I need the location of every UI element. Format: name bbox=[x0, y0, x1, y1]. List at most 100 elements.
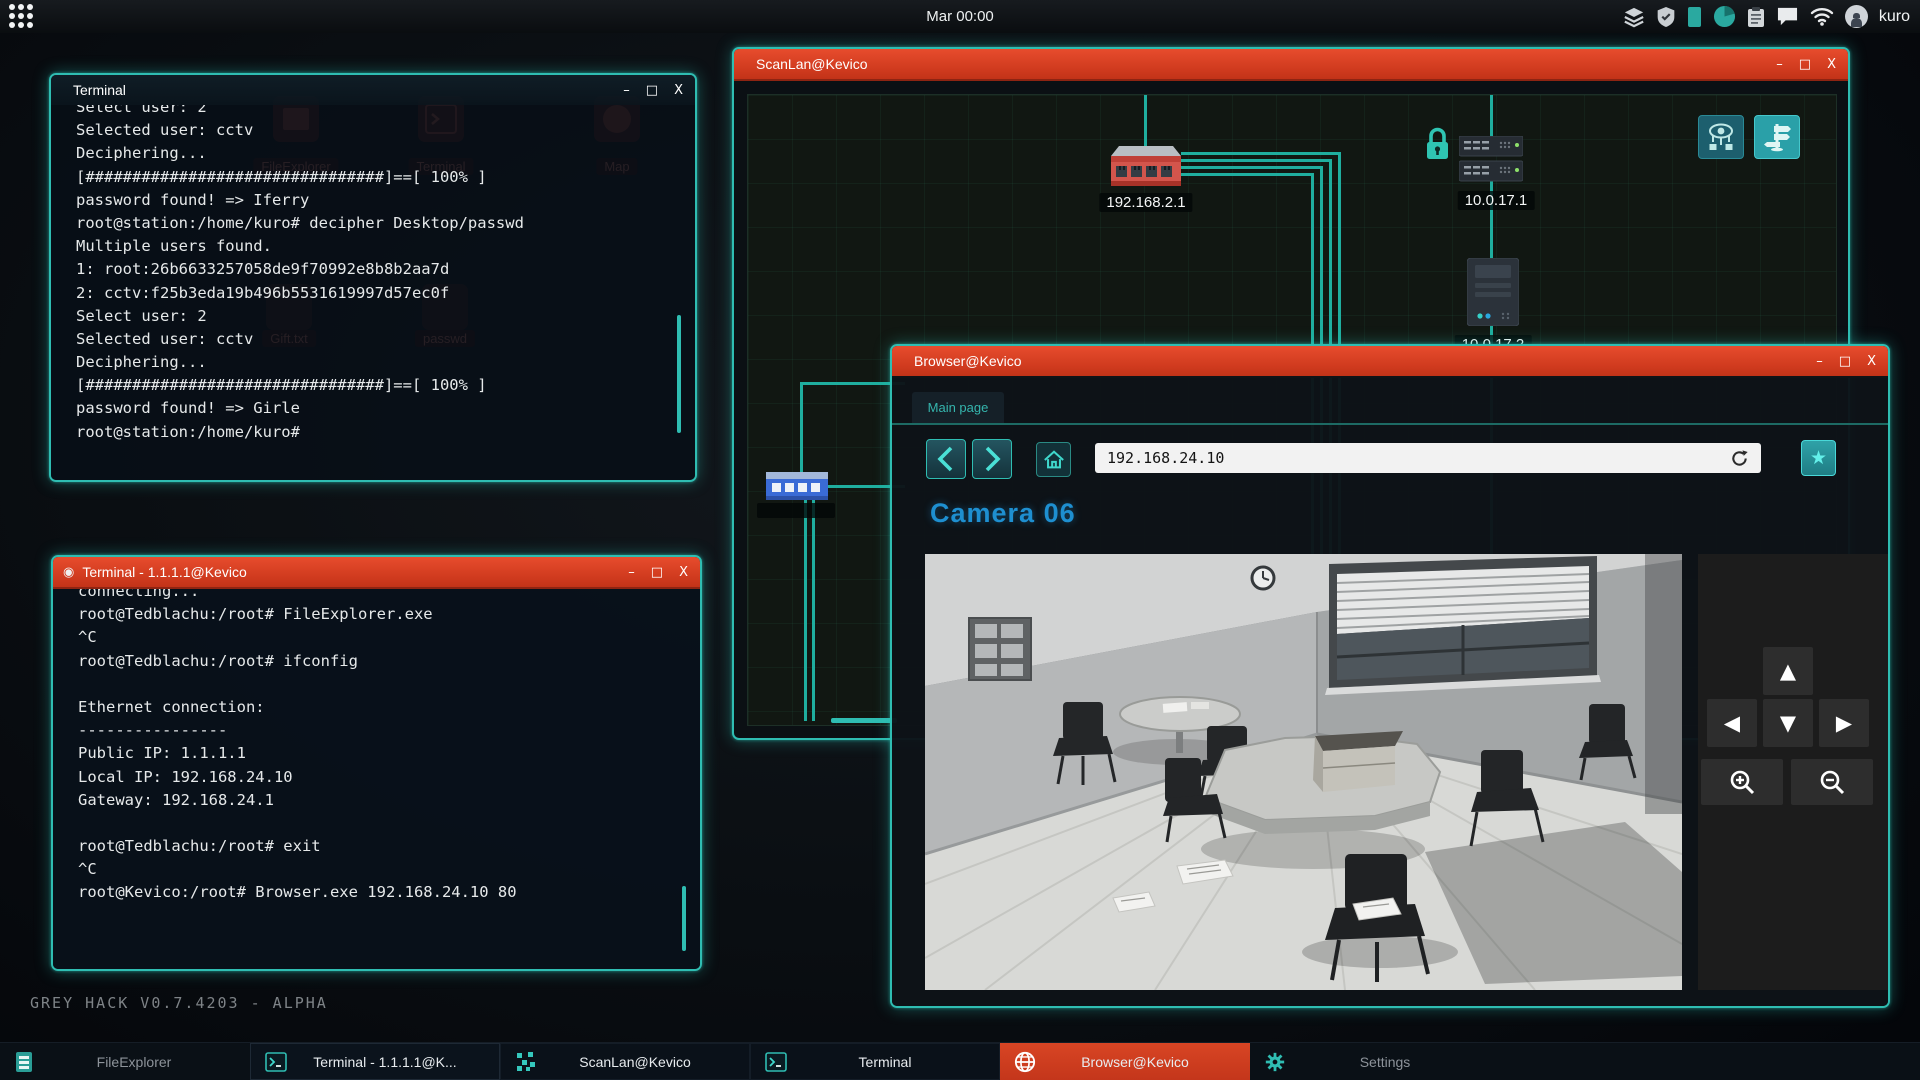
taskbar-item-label: FileExplorer bbox=[34, 1054, 234, 1070]
pan-left-button[interactable]: ◀ bbox=[1707, 699, 1757, 747]
wifi-icon[interactable] bbox=[1810, 7, 1834, 26]
terminal-titlebar[interactable]: ◉ Terminal - 1.1.1.1@Kevico – □ X bbox=[53, 557, 700, 589]
taskbar-item-browser[interactable]: Browser@Kevico bbox=[1000, 1043, 1250, 1080]
terminal-output[interactable]: Select user: 2 Selected user: cctv Decip… bbox=[51, 105, 695, 480]
browser-tab[interactable]: Main page bbox=[912, 392, 1004, 423]
switch-icon[interactable] bbox=[766, 472, 828, 500]
pie-chart-icon[interactable] bbox=[1713, 5, 1736, 28]
network-link bbox=[804, 500, 807, 721]
network-link bbox=[1144, 95, 1147, 149]
terminal-line bbox=[53, 675, 700, 698]
minimize-button[interactable]: – bbox=[1816, 355, 1823, 368]
router-icon[interactable] bbox=[1111, 146, 1181, 188]
home-button[interactable] bbox=[1036, 442, 1071, 477]
terminal-line: root@Tedblachu:/root# ifconfig bbox=[53, 652, 700, 675]
node-ip-label[interactable] bbox=[757, 503, 835, 518]
window-title: Terminal bbox=[73, 82, 126, 98]
network-link bbox=[1181, 166, 1323, 169]
apps-grid-icon[interactable] bbox=[9, 4, 35, 30]
zoom-in-icon bbox=[1728, 768, 1756, 796]
terminal-icon bbox=[265, 1052, 287, 1072]
username[interactable]: kuro bbox=[1879, 8, 1910, 26]
browser-titlebar[interactable]: Browser@Kevico – □ X bbox=[892, 346, 1888, 378]
taskbar-item-fileexplorer[interactable]: FileExplorer bbox=[0, 1043, 250, 1080]
terminal-line: ---------------- bbox=[53, 721, 700, 744]
terminal-line: Select user: 2 bbox=[51, 307, 695, 330]
tab-underline bbox=[892, 423, 1888, 425]
terminal-line: [################################]==[ 10… bbox=[51, 376, 695, 399]
close-button[interactable]: X bbox=[679, 566, 688, 579]
browser-icon bbox=[1014, 1051, 1036, 1073]
pan-right-button[interactable]: ▶ bbox=[1819, 699, 1869, 747]
rack-server-icon[interactable] bbox=[1459, 136, 1523, 182]
browser-content: Main page ★ Camera 06 bbox=[892, 376, 1888, 1006]
system-tray: kuro bbox=[1623, 0, 1910, 33]
terminal-titlebar[interactable]: Terminal – □ X bbox=[51, 75, 695, 105]
zoom-out-icon bbox=[1818, 768, 1846, 796]
terminal-line: password found! => Iferry bbox=[51, 191, 695, 214]
scrollbar[interactable] bbox=[677, 315, 681, 433]
maximize-button[interactable]: □ bbox=[651, 566, 663, 579]
reload-button[interactable] bbox=[1730, 449, 1749, 473]
maximize-button[interactable]: □ bbox=[1799, 58, 1811, 71]
terminal-line: ^C bbox=[53, 860, 700, 883]
taskbar-item-terminal-remote[interactable]: Terminal - 1.1.1.1@K... bbox=[250, 1043, 500, 1080]
down-arrow-icon: ▼ bbox=[1780, 711, 1796, 735]
terminal-line: root@station:/home/kuro# bbox=[51, 423, 695, 446]
minimize-button[interactable]: – bbox=[623, 84, 630, 97]
pan-up-button[interactable]: ▲ bbox=[1763, 647, 1813, 695]
network-link bbox=[1181, 173, 1314, 176]
forward-button[interactable] bbox=[972, 439, 1012, 479]
taskbar-item-scanlan[interactable]: ScanLan@Kevico bbox=[500, 1043, 750, 1080]
terminal-line: ^C bbox=[53, 628, 700, 651]
close-button[interactable]: X bbox=[674, 84, 683, 97]
terminal-line: Gateway: 192.168.24.1 bbox=[53, 791, 700, 814]
clipboard-icon[interactable] bbox=[1747, 6, 1765, 28]
shield-check-icon[interactable] bbox=[1656, 6, 1676, 28]
scrollbar[interactable] bbox=[682, 886, 686, 951]
node-ip-label[interactable]: 10.0.17.1 bbox=[1458, 191, 1535, 210]
taskbar-item-settings[interactable]: Settings bbox=[1250, 1043, 1500, 1080]
zoom-in-button[interactable] bbox=[1701, 759, 1783, 805]
terminal-line: root@Kevico:/root# Browser.exe 192.168.2… bbox=[53, 883, 700, 906]
chevron-left-icon bbox=[935, 445, 957, 473]
scan-devices-button[interactable] bbox=[1698, 115, 1744, 159]
file-explorer-icon bbox=[14, 1051, 34, 1073]
taskbar-item-terminal[interactable]: Terminal bbox=[750, 1043, 1000, 1080]
terminal-line: Selected user: cctv bbox=[51, 330, 695, 353]
scanlan-titlebar[interactable]: ScanLan@Kevico – □ X bbox=[734, 49, 1848, 81]
map-hscrollbar[interactable] bbox=[831, 718, 897, 723]
camera-feed bbox=[925, 554, 1682, 990]
minimize-button[interactable]: – bbox=[1776, 58, 1783, 71]
terminal-output[interactable]: connecting... root@Tedblachu:/root# File… bbox=[53, 589, 700, 969]
back-button[interactable] bbox=[926, 439, 966, 479]
terminal-line: 1: root:26b6633257058de9f70992e8b8b2aa7d bbox=[51, 260, 695, 283]
tower-server-icon[interactable] bbox=[1467, 258, 1519, 326]
bookmark-button[interactable]: ★ bbox=[1801, 440, 1836, 476]
zoom-out-button[interactable] bbox=[1791, 759, 1873, 805]
maximize-button[interactable]: □ bbox=[646, 84, 658, 97]
close-button[interactable]: X bbox=[1827, 58, 1836, 71]
page-title: Camera 06 bbox=[930, 498, 1076, 529]
maximize-button[interactable]: □ bbox=[1839, 355, 1851, 368]
left-arrow-icon: ◀ bbox=[1724, 711, 1740, 735]
close-button[interactable]: X bbox=[1867, 355, 1876, 368]
pan-down-button[interactable]: ▼ bbox=[1763, 699, 1813, 747]
eye-network-icon bbox=[1705, 121, 1737, 153]
layers-icon[interactable] bbox=[1623, 6, 1645, 28]
minimize-button[interactable]: – bbox=[628, 566, 635, 579]
node-ip-label[interactable]: 192.168.2.1 bbox=[1099, 193, 1192, 212]
battery-icon[interactable] bbox=[1687, 6, 1702, 28]
route-button[interactable] bbox=[1754, 115, 1800, 159]
taskbar-item-label: ScanLan@Kevico bbox=[537, 1054, 733, 1070]
terminal-line: root@Tedblachu:/root# exit bbox=[53, 837, 700, 860]
signpost-icon bbox=[1761, 121, 1793, 153]
avatar-icon[interactable] bbox=[1845, 5, 1868, 28]
remote-terminal-window: ◉ Terminal - 1.1.1.1@Kevico – □ X connec… bbox=[51, 555, 702, 971]
right-arrow-icon: ▶ bbox=[1836, 711, 1852, 735]
chat-icon[interactable] bbox=[1776, 6, 1799, 27]
top-bar: Mar 00:00 kuro bbox=[0, 0, 1920, 33]
network-link bbox=[812, 500, 815, 721]
camera-controls-panel: ▲ ◀ ▼ ▶ bbox=[1698, 554, 1888, 990]
address-bar[interactable] bbox=[1095, 443, 1761, 473]
